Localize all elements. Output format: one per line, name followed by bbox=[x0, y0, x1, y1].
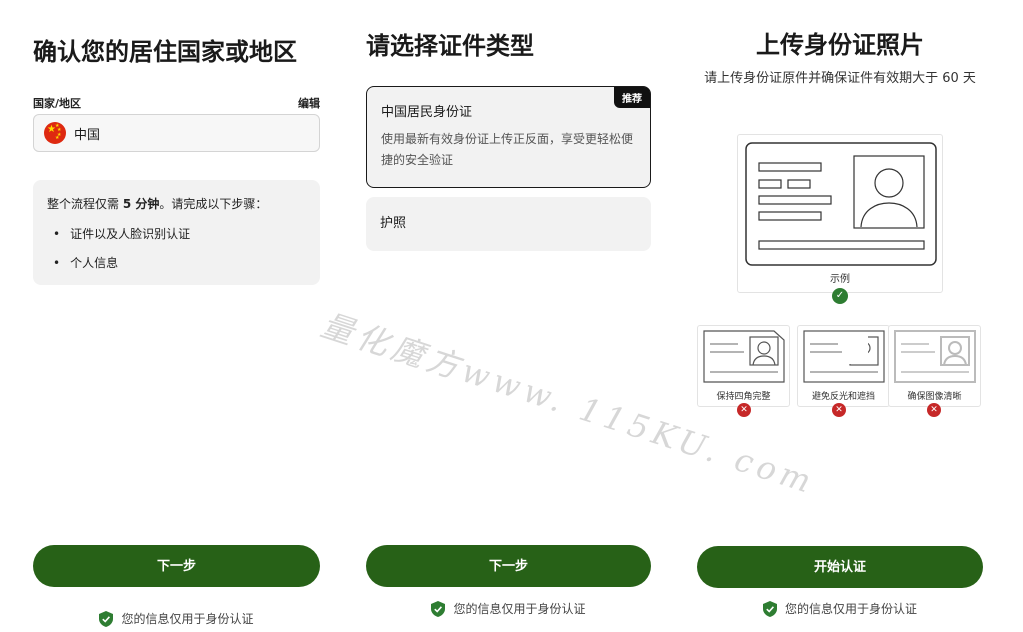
country-field-label: 国家/地区 bbox=[33, 97, 82, 110]
upload-id-panel: 上传身份证照片 请上传身份证原件并确保证件有效期大于 60 天 示例 ✓ 保持四… bbox=[697, 0, 983, 632]
close-icon: ✕ bbox=[832, 403, 846, 417]
option-title: 中国居民身份证 bbox=[381, 105, 473, 120]
process-info-box: 整个流程仅需 5 分钟。请完成以下步骤： 证件以及人脸识别认证 个人信息 bbox=[33, 180, 320, 285]
example-label: 示例 bbox=[830, 274, 850, 285]
privacy-note: 您的信息仅用于身份认证 bbox=[366, 600, 651, 617]
recommended-badge: 推荐 bbox=[614, 87, 650, 108]
page-title: 上传身份证照片 bbox=[756, 31, 924, 59]
option-id-card[interactable]: 推荐 中国居民身份证 使用最新有效身份证上传正反面，享受更轻松便捷的安全验证 bbox=[366, 86, 651, 188]
bad-example-label: 确保图像清晰 bbox=[907, 392, 962, 402]
document-type-panel: 请选择证件类型 推荐 中国居民身份证 使用最新有效身份证上传正反面，享受更轻松便… bbox=[366, 0, 651, 632]
edit-link[interactable]: 编辑 bbox=[298, 95, 320, 111]
shield-check-icon bbox=[431, 600, 446, 617]
country-panel: 确认您的居住国家或地区 国家/地区 编辑 ★ ★ ★ ★ ★ 中国 整个流程仅需 5 分… bbox=[33, 0, 320, 632]
close-icon: ✕ bbox=[737, 403, 751, 417]
option-title: 护照 bbox=[380, 216, 407, 231]
step-list: 证件以及人脸识别认证 个人信息 bbox=[47, 225, 306, 272]
china-flag-icon: ★ ★ ★ ★ ★ bbox=[44, 122, 66, 144]
close-icon: ✕ bbox=[927, 403, 941, 417]
step-item: 个人信息 bbox=[47, 254, 306, 272]
blurry-card-icon bbox=[894, 330, 976, 383]
step-item: 证件以及人脸识别认证 bbox=[47, 225, 306, 243]
option-desc: 使用最新有效身份证上传正反面，享受更轻松便捷的安全验证 bbox=[381, 132, 634, 167]
process-info-text: 整个流程仅需 5 分钟。请完成以下步骤： bbox=[47, 197, 268, 211]
page-title: 确认您的居住国家或地区 bbox=[33, 38, 297, 66]
page-subtitle: 请上传身份证原件并确保证件有效期大于 60 天 bbox=[704, 71, 976, 86]
shield-check-icon bbox=[99, 610, 114, 627]
bad-example-label: 保持四角完整 bbox=[716, 392, 771, 402]
glare-card-icon bbox=[803, 330, 885, 383]
country-label-row: 国家/地区 编辑 bbox=[33, 95, 320, 111]
check-icon: ✓ bbox=[832, 288, 848, 304]
option-passport[interactable]: 护照 bbox=[366, 197, 651, 251]
privacy-note: 您的信息仅用于身份认证 bbox=[33, 610, 320, 627]
bad-example-label: 避免反光和遮挡 bbox=[811, 392, 875, 402]
privacy-note: 您的信息仅用于身份认证 bbox=[697, 600, 983, 617]
next-button[interactable]: 下一步 bbox=[366, 545, 651, 587]
next-button[interactable]: 下一步 bbox=[33, 545, 320, 587]
cropped-card-icon bbox=[703, 330, 785, 383]
shield-check-icon bbox=[762, 600, 777, 617]
country-select[interactable]: ★ ★ ★ ★ ★ 中国 bbox=[33, 114, 320, 152]
page-title: 请选择证件类型 bbox=[366, 32, 534, 60]
country-value: 中国 bbox=[74, 127, 101, 143]
start-verification-button[interactable]: 开始认证 bbox=[697, 546, 983, 588]
